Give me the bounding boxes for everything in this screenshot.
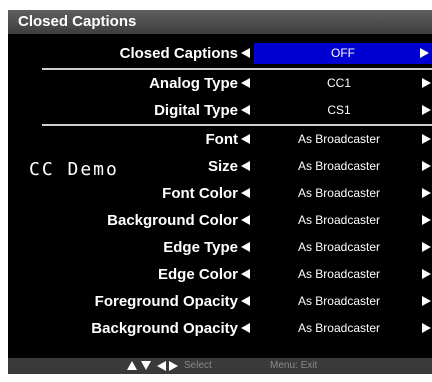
menu-item-label: Font Color xyxy=(162,185,238,202)
arrow-right-icon[interactable] xyxy=(422,296,431,306)
menu-item-value: OFF xyxy=(254,43,432,64)
menu-title: Closed Captions xyxy=(8,10,432,34)
arrow-right-icon[interactable] xyxy=(420,48,429,58)
footer-hint-bar: Select Menu: Exit xyxy=(8,358,432,374)
menu-item-label: Closed Captions xyxy=(119,45,238,62)
arrow-left-icon[interactable] xyxy=(241,323,250,333)
menu-item-value: As Broadcaster xyxy=(297,294,381,308)
menu-item-label: Digital Type xyxy=(154,102,238,119)
menu-item-value: CC1 xyxy=(326,76,351,90)
arrow-right-icon[interactable] xyxy=(422,215,431,225)
arrow-left-icon[interactable] xyxy=(241,161,250,171)
menu-item-value: As Broadcaster xyxy=(297,267,381,281)
menu-item-label: Background Opacity xyxy=(91,320,238,337)
arrow-left-icon[interactable] xyxy=(241,269,250,279)
menu-item-label: Font xyxy=(205,131,238,148)
arrow-left-icon[interactable] xyxy=(241,242,250,252)
menu-item-value: As Broadcaster xyxy=(297,132,381,146)
menu-item-background-color[interactable]: Background Color As Broadcaster xyxy=(8,207,432,234)
triangle-down-icon xyxy=(140,361,151,370)
arrow-left-icon[interactable] xyxy=(241,188,250,198)
menu-item-value: As Broadcaster xyxy=(297,186,381,200)
cc-demo-preview: CC Demo xyxy=(23,158,125,182)
triangle-right-icon xyxy=(169,361,179,371)
menu-item-edge-color[interactable]: Edge Color As Broadcaster xyxy=(8,261,432,288)
select-hint: Select xyxy=(184,360,212,371)
arrow-left-icon[interactable] xyxy=(241,296,250,306)
menu-item-font-color[interactable]: Font Color As Broadcaster xyxy=(8,180,432,207)
menu-item-closed-captions[interactable]: Closed Captions OFF xyxy=(8,40,432,67)
menu-item-edge-type[interactable]: Edge Type As Broadcaster xyxy=(8,234,432,261)
menu-item-label: Edge Color xyxy=(157,266,238,283)
menu-item-label: Foreground Opacity xyxy=(94,293,238,310)
menu-item-label: Edge Type xyxy=(163,239,238,256)
arrow-right-icon[interactable] xyxy=(422,323,431,333)
menu-item-value: As Broadcaster xyxy=(297,321,381,335)
menu-item-label: Background Color xyxy=(107,212,238,229)
exit-hint: Menu: Exit xyxy=(270,360,318,371)
arrow-right-icon[interactable] xyxy=(422,78,431,88)
menu-item-analog-type[interactable]: Analog Type CC1 xyxy=(8,70,432,97)
nav-arrows-icon xyxy=(127,361,179,371)
closed-captions-menu: Closed Captions Closed Captions OFF Anal… xyxy=(8,10,432,374)
menu-item-value: As Broadcaster xyxy=(297,240,381,254)
menu-item-label: Analog Type xyxy=(149,75,238,92)
menu-item-value: CS1 xyxy=(327,103,351,117)
menu-item-label: Size xyxy=(207,158,238,175)
menu-item-digital-type[interactable]: Digital Type CS1 xyxy=(8,97,432,124)
menu-item-value: As Broadcaster xyxy=(297,159,381,173)
arrow-left-icon[interactable] xyxy=(241,105,250,115)
arrow-right-icon[interactable] xyxy=(422,161,431,171)
arrow-left-icon[interactable] xyxy=(241,78,250,88)
menu-item-foreground-opacity[interactable]: Foreground Opacity As Broadcaster xyxy=(8,288,432,315)
menu-item-value: As Broadcaster xyxy=(297,213,381,227)
arrow-right-icon[interactable] xyxy=(422,269,431,279)
arrow-right-icon[interactable] xyxy=(422,105,431,115)
triangle-up-icon xyxy=(127,361,137,370)
menu-item-background-opacity[interactable]: Background Opacity As Broadcaster xyxy=(8,315,432,342)
menu-item-font[interactable]: Font As Broadcaster xyxy=(8,126,432,153)
arrow-left-icon[interactable] xyxy=(241,134,250,144)
triangle-left-icon xyxy=(156,361,166,371)
arrow-right-icon[interactable] xyxy=(422,134,431,144)
arrow-right-icon[interactable] xyxy=(422,242,431,252)
arrow-right-icon[interactable] xyxy=(422,188,431,198)
arrow-left-icon[interactable] xyxy=(241,48,250,58)
arrow-left-icon[interactable] xyxy=(241,215,250,225)
